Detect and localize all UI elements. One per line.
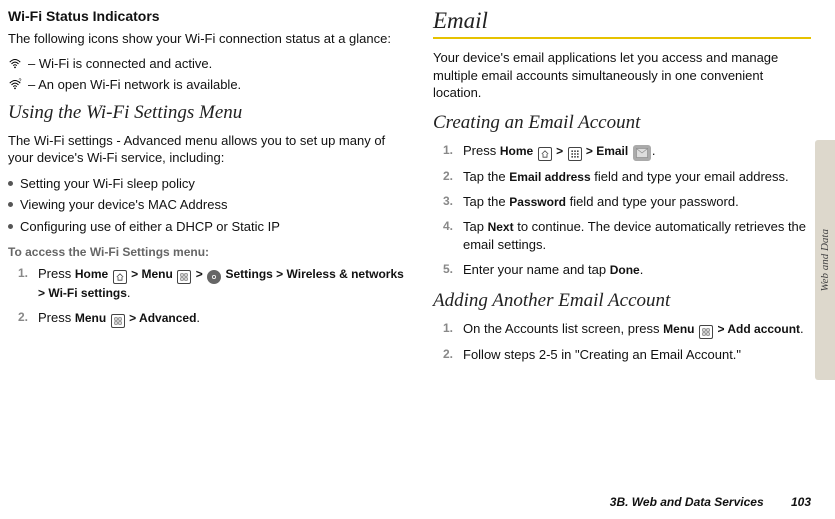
wifi-open-row: ? – An open Wi-Fi network is available. (8, 77, 413, 92)
step-item: 1. Press Home > > Email . (433, 142, 811, 161)
wifi-active-desc: – Wi-Fi is connected and active. (28, 56, 212, 71)
wifi-status-paragraph: The following icons show your Wi-Fi conn… (8, 30, 413, 48)
gt: > (273, 267, 287, 281)
step-number: 3. (443, 193, 453, 210)
dot: . (652, 143, 656, 158)
password-label: Password (509, 195, 566, 209)
step-number: 1. (443, 320, 453, 337)
step-item: 2. Follow steps 2-5 in "Creating an Emai… (433, 346, 811, 364)
menu-icon (699, 325, 713, 339)
step-number: 2. (18, 309, 28, 326)
dot: . (640, 262, 644, 277)
gt: > (126, 311, 139, 325)
page-footer: 3B. Web and Data Services 103 (610, 495, 811, 509)
step-item: 2. Press Menu > Advanced. (8, 309, 413, 328)
gt: > (714, 322, 727, 336)
side-tab: Web and Data (815, 140, 835, 380)
bullet-item: Configuring use of either a DHCP or Stat… (8, 218, 413, 236)
step-item: 4. Tap Next to continue. The device auto… (433, 218, 811, 254)
step-text: Tap (463, 219, 488, 234)
step-number: 2. (443, 168, 453, 185)
wifi-settings-paragraph: The Wi-Fi settings - Advanced menu allow… (8, 132, 413, 167)
step-text: field and type your password. (566, 194, 739, 209)
menu-icon (177, 270, 191, 284)
email-icon (633, 145, 651, 161)
bullet-item: Viewing your device's MAC Address (8, 196, 413, 214)
access-wifi-subheading: To access the Wi-Fi Settings menu: (8, 245, 413, 259)
email-address-label: Email address (509, 170, 590, 184)
next-label: Next (488, 220, 514, 234)
dot: . (800, 321, 804, 336)
step-number: 1. (443, 142, 453, 159)
step-number: 4. (443, 218, 453, 235)
add-account-label: Add account (727, 322, 800, 336)
wifi-status-heading: Wi-Fi Status Indicators (8, 8, 413, 24)
gt: > (583, 144, 597, 158)
step-number: 1. (18, 265, 28, 282)
step-text: Tap the (463, 169, 509, 184)
gt: > (192, 267, 206, 281)
step-number: 5. (443, 261, 453, 278)
footer-page: 103 (791, 495, 811, 509)
step-text: Enter your name and tap (463, 262, 610, 277)
step-item: 3. Tap the Password field and type your … (433, 193, 811, 211)
step-item: 5. Enter your name and tap Done. (433, 261, 811, 279)
add-email-steps: 1. On the Accounts list screen, press Me… (433, 320, 811, 364)
step-item: 1. Press Home > Menu > Settings > Wirele… (8, 265, 413, 302)
step-item: 2. Tap the Email address field and type … (433, 168, 811, 186)
home-label: Home (75, 267, 108, 281)
home-icon (113, 270, 127, 284)
step-text: On the Accounts list screen, press (463, 321, 663, 336)
wifi-settings-bullets: Setting your Wi-Fi sleep policy Viewing … (8, 175, 413, 236)
step-text: Follow steps 2-5 in "Creating an Email A… (463, 347, 741, 362)
step-text: to continue. The device automatically re… (463, 219, 806, 252)
svg-text:?: ? (19, 78, 22, 84)
menu-icon (111, 314, 125, 328)
apps-icon (568, 147, 582, 161)
email-label: Email (596, 144, 628, 158)
email-heading: Email (433, 8, 811, 34)
wifi-settings-heading: Using the Wi-Fi Settings Menu (8, 102, 413, 124)
bullet-item: Setting your Wi-Fi sleep policy (8, 175, 413, 193)
side-tab-label: Web and Data (819, 229, 831, 292)
gt: > (38, 286, 48, 300)
wifi-active-row: – Wi-Fi is connected and active. (8, 56, 413, 71)
home-label: Home (500, 144, 533, 158)
wifi-label: Wi-Fi settings (48, 286, 127, 300)
gt: > (128, 267, 142, 281)
dot: . (196, 310, 200, 325)
dot: . (127, 285, 131, 300)
done-label: Done (610, 263, 640, 277)
email-rule (433, 37, 811, 39)
add-email-heading: Adding Another Email Account (433, 290, 811, 312)
home-icon (538, 147, 552, 161)
step-text: Press (38, 310, 75, 325)
gt: > (553, 144, 567, 158)
access-wifi-steps: 1. Press Home > Menu > Settings > Wirele… (8, 265, 413, 328)
menu-label: Menu (75, 311, 106, 325)
menu-label: Menu (663, 322, 694, 336)
footer-title: 3B. Web and Data Services (610, 495, 764, 509)
step-text: field and type your email address. (591, 169, 789, 184)
create-email-heading: Creating an Email Account (433, 112, 811, 134)
wireless-label: Wireless & networks (287, 267, 404, 281)
settings-icon (207, 270, 221, 284)
menu-label: Menu (142, 267, 173, 281)
wifi-open-desc: – An open Wi-Fi network is available. (28, 77, 241, 92)
wifi-active-icon (8, 56, 22, 70)
step-text: Tap the (463, 194, 509, 209)
create-email-steps: 1. Press Home > > Email . 2. Tap the Ema… (433, 142, 811, 280)
email-paragraph: Your device's email applications let you… (433, 49, 811, 102)
step-number: 2. (443, 346, 453, 363)
advanced-label: Advanced (139, 311, 196, 325)
step-text: Press (463, 143, 500, 158)
settings-label: Settings (222, 267, 273, 281)
step-text: Press (38, 266, 75, 281)
step-item: 1. On the Accounts list screen, press Me… (433, 320, 811, 339)
wifi-open-icon: ? (8, 77, 22, 91)
